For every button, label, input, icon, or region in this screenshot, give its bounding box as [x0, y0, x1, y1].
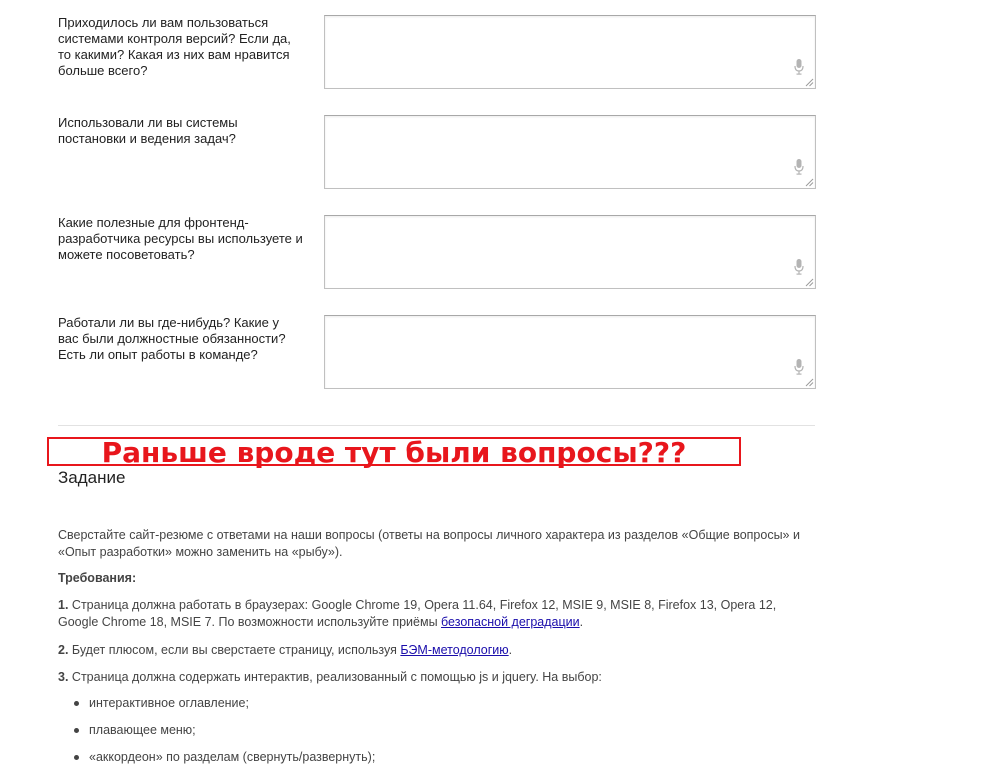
list-item: интерактивное оглавление;: [58, 695, 798, 722]
question-label: Приходилось ли вам пользоваться системам…: [58, 15, 291, 78]
annotation-text: Раньше вроде тут были вопросы???: [101, 436, 687, 469]
question-row: Приходилось ли вам пользоваться системам…: [0, 15, 999, 89]
microphone-icon[interactable]: [794, 59, 804, 75]
resize-grip-icon[interactable]: [805, 178, 814, 187]
resize-grip-icon[interactable]: [805, 278, 814, 287]
requirement-tail: .: [579, 615, 584, 629]
microphone-icon[interactable]: [794, 259, 804, 275]
question-label: Какие полезные для фронтенд-разработчика…: [58, 215, 303, 262]
question-row: Работали ли вы где-нибудь? Какие у вас б…: [0, 315, 999, 389]
list-item: плавающее меню;: [58, 722, 798, 749]
list-item-text: «аккордеон» по разделам (свернуть/развер…: [89, 750, 376, 764]
requirement-text: Страница должна содержать интерактив, ре…: [68, 670, 602, 684]
section-title: Задание: [58, 468, 126, 487]
bullet-icon: [74, 701, 79, 706]
safe-degradation-link[interactable]: безопасной деградации: [441, 615, 580, 629]
answer-textarea[interactable]: [324, 15, 816, 89]
microphone-icon[interactable]: [794, 359, 804, 375]
requirements-title: Требования:: [58, 571, 137, 585]
bullet-icon: [74, 755, 79, 760]
annotation-box: Раньше вроде тут были вопросы???: [47, 436, 741, 469]
resize-grip-icon[interactable]: [805, 378, 814, 387]
answer-textarea[interactable]: [324, 215, 816, 289]
requirement-tail: .: [508, 643, 513, 657]
requirement-number: 2.: [58, 643, 69, 657]
requirement-number: 1.: [58, 598, 69, 612]
bem-methodology-link[interactable]: БЭМ-методологию: [400, 643, 508, 657]
requirement-1: 1. Страница должна работать в браузерах:…: [58, 597, 818, 631]
question-row: Использовали ли вы системы постановки и …: [0, 115, 999, 189]
task-intro: Сверстайте сайт-резюме с ответами на наш…: [58, 528, 800, 559]
question-row: Какие полезные для фронтенд-разработчика…: [0, 215, 999, 289]
microphone-icon[interactable]: [794, 159, 804, 175]
requirement-number: 3.: [58, 670, 69, 684]
question-label: Работали ли вы где-нибудь? Какие у вас б…: [58, 315, 286, 362]
answer-textarea[interactable]: [324, 315, 816, 389]
section-divider: [58, 425, 815, 426]
list-item-text: интерактивное оглавление;: [89, 696, 249, 710]
answer-textarea[interactable]: [324, 115, 816, 189]
requirement-2: 2. Будет плюсом, если вы сверстаете стра…: [58, 642, 818, 659]
requirement-text: Будет плюсом, если вы сверстаете страниц…: [68, 643, 401, 657]
question-label: Использовали ли вы системы постановки и …: [58, 115, 238, 146]
list-item-text: плавающее меню;: [89, 723, 196, 737]
list-item: «аккордеон» по разделам (свернуть/развер…: [58, 749, 798, 776]
interactive-options-list: интерактивное оглавление; плавающее меню…: [58, 695, 798, 776]
bullet-icon: [74, 728, 79, 733]
resize-grip-icon[interactable]: [805, 78, 814, 87]
requirement-text: Страница должна работать в браузерах: Go…: [58, 598, 777, 629]
requirement-3: 3. Страница должна содержать интерактив,…: [58, 669, 818, 686]
